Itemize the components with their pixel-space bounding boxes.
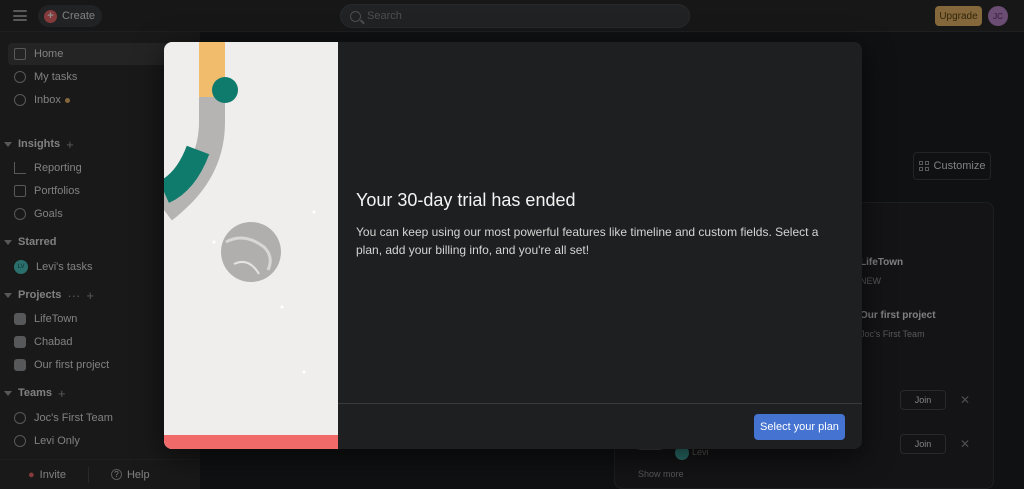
- trial-ended-dialog: Your 30-day trial has ended You can keep…: [164, 42, 862, 449]
- dialog-content: Your 30-day trial has ended You can keep…: [338, 42, 862, 404]
- illustration-graphic: [164, 42, 316, 374]
- illustration-bottom-stripe: [164, 435, 338, 449]
- dialog-footer: Select your plan: [338, 403, 862, 449]
- dialog-body: You can keep using our most powerful fea…: [356, 225, 819, 257]
- select-plan-button[interactable]: Select your plan: [754, 414, 845, 440]
- dialog-title: Your 30-day trial has ended: [356, 190, 576, 210]
- illustration: [164, 42, 338, 449]
